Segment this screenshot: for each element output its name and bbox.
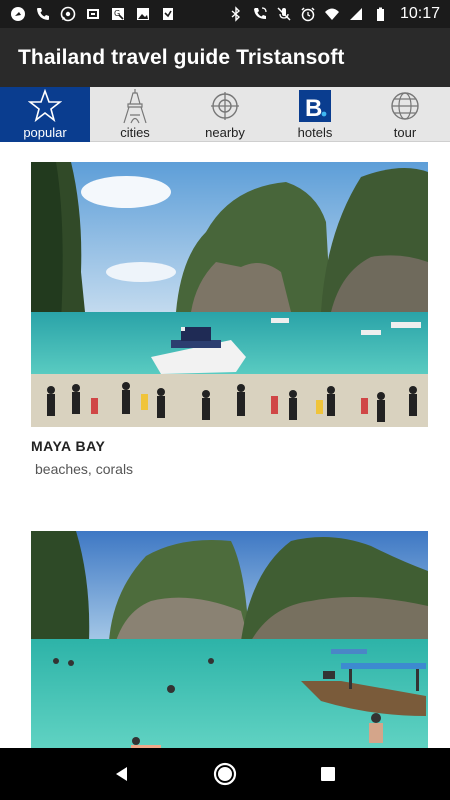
app-bar: Thailand travel guide Tristansoft — [0, 28, 450, 87]
svg-text:G: G — [114, 9, 120, 18]
notification-icon — [85, 6, 101, 22]
recents-icon[interactable] — [313, 759, 343, 789]
clock: 10:17 — [399, 5, 440, 22]
system-icons: 10:17 — [228, 5, 440, 23]
tab-hotels[interactable]: B hotels — [270, 87, 360, 142]
place-tags: beaches, corals — [35, 461, 134, 477]
eiffel-tower-icon — [117, 88, 153, 124]
tab-label: tour — [393, 125, 417, 140]
back-icon[interactable] — [107, 759, 137, 789]
tab-label: hotels — [297, 125, 333, 140]
mute-icon — [276, 6, 292, 22]
place-card[interactable] — [31, 531, 428, 748]
target-icon — [207, 88, 243, 124]
wifi-calling-icon — [252, 6, 268, 22]
phone-icon — [35, 6, 51, 22]
tab-label: nearby — [205, 125, 245, 140]
home-icon[interactable] — [210, 759, 240, 789]
booking-icon: B — [297, 88, 333, 124]
status-bar: G 10:17 — [0, 0, 450, 28]
place-photo[interactable] — [31, 531, 428, 748]
signal-icon — [348, 6, 364, 22]
svg-text:B: B — [305, 95, 322, 122]
wifi-icon — [324, 6, 340, 22]
tab-label: cities — [120, 125, 150, 140]
bluetooth-icon — [228, 6, 244, 22]
download-icon — [160, 6, 176, 22]
alarm-icon — [300, 6, 316, 22]
star-icon — [27, 88, 63, 124]
place-photo[interactable] — [31, 162, 428, 427]
tab-popular[interactable]: popular — [0, 87, 90, 142]
globe-icon — [387, 88, 423, 124]
battery-icon — [372, 6, 388, 22]
tab-tour[interactable]: tour — [360, 87, 450, 142]
tab-bar: popular cities nearby B hotels tour — [0, 87, 450, 142]
place-card[interactable]: MAYA BAY beaches, corals — [31, 162, 428, 477]
tab-label: popular — [23, 125, 67, 140]
app-icon — [10, 6, 26, 22]
system-nav-bar — [0, 748, 450, 800]
maps-icon: G — [110, 6, 126, 22]
app-title: Thailand travel guide Tristansoft — [18, 45, 345, 69]
places-list[interactable]: MAYA BAY beaches, corals — [0, 142, 450, 748]
image-icon — [135, 6, 151, 22]
place-name[interactable]: MAYA BAY — [31, 438, 428, 454]
notification-icons: G — [10, 6, 176, 22]
tab-nearby[interactable]: nearby — [180, 87, 270, 142]
tab-cities[interactable]: cities — [90, 87, 180, 142]
whatsapp-icon — [60, 6, 76, 22]
